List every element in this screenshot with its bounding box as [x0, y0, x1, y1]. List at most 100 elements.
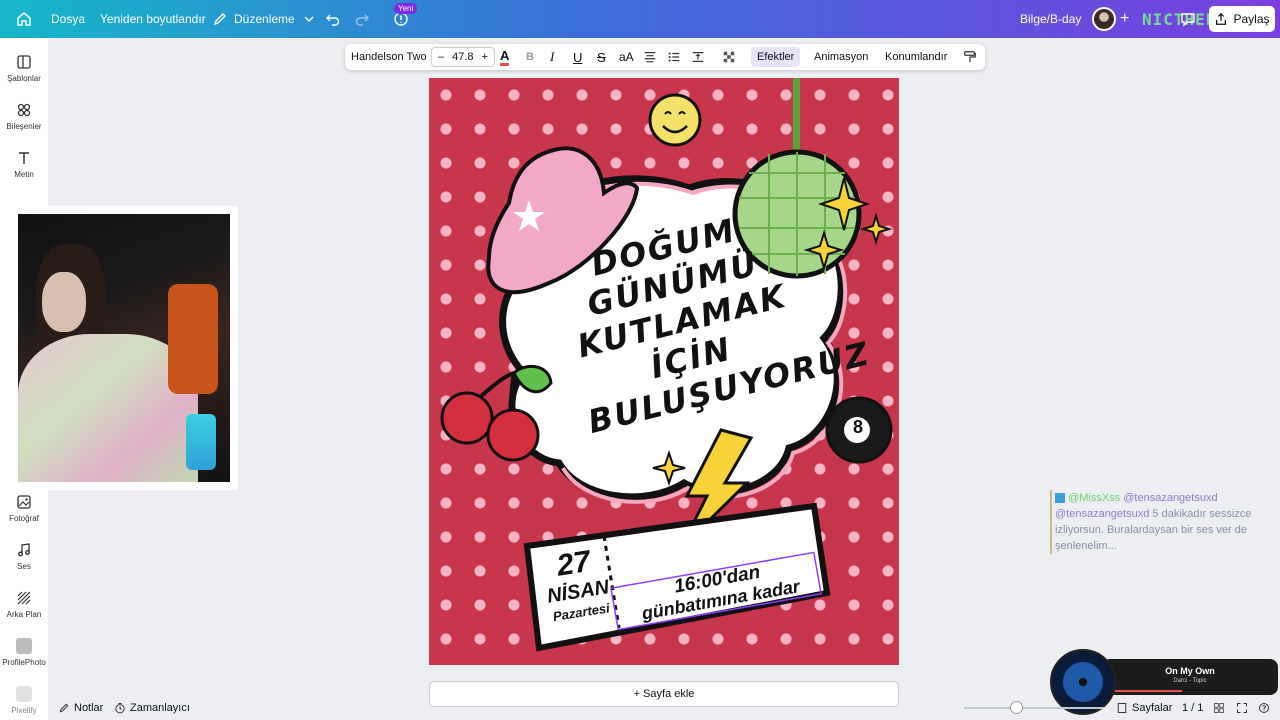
pattern-icon	[17, 591, 31, 605]
sidebar-item-elements[interactable]: Bileşenler	[0, 102, 48, 131]
home-icon[interactable]	[16, 0, 32, 38]
letter-case-button[interactable]: aA	[619, 44, 634, 70]
redo-icon	[355, 14, 369, 26]
underline-icon[interactable]: U	[573, 44, 582, 70]
font-family-dropdown[interactable]: Handelson Two	[351, 44, 427, 70]
track-title: On My Own	[1165, 666, 1215, 676]
track-artist: Darci - Topic	[1173, 678, 1207, 684]
pages-button[interactable]: Sayfalar	[1116, 695, 1172, 720]
sidebar-item-text[interactable]: Metin	[0, 150, 48, 179]
paint-format-icon[interactable]	[963, 44, 977, 70]
webcam-overlay	[12, 206, 238, 490]
grid-view-icon[interactable]	[1213, 695, 1225, 720]
webcam-person-face	[42, 272, 86, 332]
spacing-icon[interactable]	[691, 44, 705, 70]
layout-icon	[17, 55, 31, 69]
sidebar-item-label: Şablonlar	[7, 74, 41, 83]
upload-icon	[1216, 12, 1227, 25]
comment-icon[interactable]	[1180, 0, 1196, 38]
sidebar-item-templates[interactable]: Şablonlar	[0, 54, 48, 83]
pages-label: Sayfalar	[1132, 701, 1173, 714]
track-progress	[1112, 690, 1182, 692]
new-badge: Yeni	[394, 3, 418, 14]
sparkle-icon	[859, 212, 893, 246]
zoom-slider-track	[964, 707, 1104, 709]
page-count: 1 / 1	[1182, 701, 1204, 714]
chat-mention: @tensazangetsuxd	[1123, 492, 1218, 504]
sidebar-item-label: Bileşenler	[6, 122, 42, 131]
chat-username: @MissXss	[1068, 492, 1121, 504]
bottom-bar: Notlar Zamanlayıcı Sayfalar 1 / 1	[48, 695, 1280, 720]
image-icon	[17, 495, 31, 509]
font-size-increase-button[interactable]: +	[482, 51, 488, 63]
cherry-icon	[440, 391, 494, 445]
animation-button[interactable]: Animasyon	[814, 44, 868, 70]
position-button[interactable]: Konumlandır	[885, 44, 947, 70]
text-icon	[19, 152, 29, 164]
file-menu[interactable]: Dosya	[51, 0, 85, 38]
sidebar-item-label: Ses	[17, 562, 31, 571]
zoom-slider[interactable]	[964, 695, 1104, 720]
user-avatar[interactable]	[1092, 7, 1116, 31]
pencil-icon	[213, 13, 226, 26]
timer-button[interactable]: Zamanlayıcı	[114, 695, 190, 720]
transparency-icon[interactable]	[722, 44, 736, 70]
webcam-lamp	[186, 414, 216, 470]
font-size-control: – 47.8 +	[431, 47, 495, 67]
music-note-icon	[18, 543, 30, 557]
notes-button[interactable]: Notlar	[58, 695, 103, 720]
webcam-chair	[168, 284, 218, 394]
notes-icon	[59, 703, 69, 713]
sidebar-item-background[interactable]: Arka Plan	[0, 590, 48, 619]
sidebar-item-label: Metin	[14, 170, 34, 179]
webcam-feed	[18, 214, 230, 482]
sidebar-item-audio[interactable]: Ses	[0, 542, 48, 571]
chevron-down-icon	[304, 16, 314, 23]
timer-label: Zamanlayıcı	[130, 701, 190, 714]
resize-menu[interactable]: Yeniden boyutlandır	[100, 0, 206, 38]
align-center-icon[interactable]	[643, 44, 657, 70]
timer-icon	[115, 702, 125, 713]
strikethrough-icon[interactable]: S	[597, 44, 606, 70]
sidebar-item-label: Arka Plan	[6, 610, 42, 619]
zoom-slider-thumb[interactable]	[1010, 701, 1023, 714]
ticket-date[interactable]: 27 NİSAN Pazartesi	[540, 543, 615, 626]
share-button[interactable]: Paylaş	[1209, 6, 1275, 32]
smiley-face-icon	[648, 93, 702, 147]
now-playing-card: On My Own Darci - Topic	[1102, 659, 1278, 695]
project-name[interactable]: Bilge/B-day	[1020, 0, 1081, 38]
sidebar-item-profilephoto[interactable]: ProfilePhoto	[0, 638, 48, 667]
shapes-icon	[17, 103, 31, 117]
notes-label: Notlar	[74, 701, 104, 714]
profilephoto-app-icon	[16, 638, 32, 654]
text-toolbar: Handelson Two – 47.8 + A B I U S aA Efek…	[345, 44, 985, 70]
pixelify-app-icon	[16, 686, 32, 702]
sidebar-item-label: Fotoğraf	[9, 514, 39, 523]
effects-button[interactable]: Efektler	[751, 47, 801, 67]
edit-menu[interactable]: Düzenleme	[212, 0, 317, 38]
chat-mention-2: @tensazangetsuxd	[1055, 508, 1150, 520]
edit-menu-label: Düzenleme	[234, 12, 295, 26]
help-icon[interactable]	[1258, 695, 1270, 720]
list-icon[interactable]	[667, 44, 681, 70]
font-size-decrease-button[interactable]: –	[438, 51, 444, 63]
top-bar: Dosya Yeniden boyutlandır Düzenleme Yeni…	[0, 0, 1280, 38]
pages-icon	[1117, 702, 1127, 713]
text-color-button[interactable]: A	[500, 44, 510, 70]
fullscreen-icon[interactable]	[1236, 695, 1248, 720]
share-label: Paylaş	[1233, 12, 1270, 26]
add-collaborator-icon[interactable]: +	[1120, 0, 1129, 38]
undo-button[interactable]	[325, 0, 341, 38]
sidebar-item-label: ProfilePhoto	[2, 658, 46, 667]
birthday-poster[interactable]: DOĞUM GÜNÜMÜ KUTLAMAK İÇİN BULUŞUYORUZ 8…	[429, 78, 899, 665]
font-size-value[interactable]: 47.8	[452, 51, 473, 63]
redo-button[interactable]	[354, 0, 370, 38]
bold-icon[interactable]: B	[526, 44, 534, 70]
sidebar-item-photos[interactable]: Fotoğraf	[0, 494, 48, 523]
sidebar-item-pixelify[interactable]: Pixelify	[0, 686, 48, 715]
stream-chat-message: @MissXss @tensazangetsuxd @tensazangetsu…	[1050, 490, 1262, 554]
sidebar-item-label: Pixelify	[11, 706, 37, 715]
italic-icon[interactable]: I	[550, 44, 554, 70]
eight-ball-number: 8	[852, 417, 863, 437]
text-color-icon: A	[500, 48, 510, 66]
